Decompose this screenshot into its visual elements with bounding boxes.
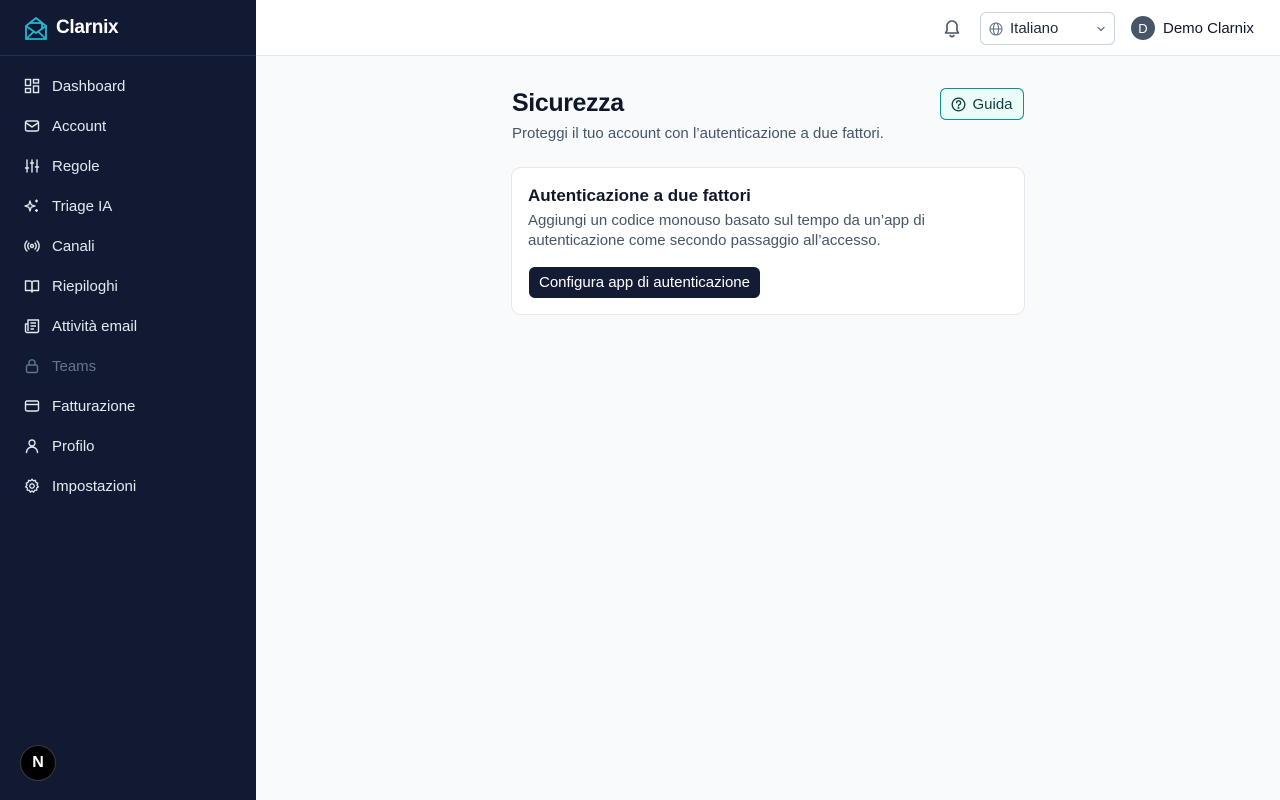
newspaper-icon (24, 318, 40, 334)
mail-icon (24, 118, 40, 134)
card-title: Autenticazione a due fattori (528, 186, 751, 205)
sidebar-item-triage-ia[interactable]: Triage IA (0, 186, 256, 226)
sidebar-item-label: Attività email (52, 317, 138, 335)
sidebar-item-label: Triage IA (52, 197, 113, 215)
globe-icon (989, 21, 1003, 36)
page-title: Sicurezza (512, 89, 624, 117)
help-circle-icon (951, 97, 966, 112)
sidebar-item-label: Dashboard (52, 77, 126, 95)
sidebar-item-account[interactable]: Account (0, 106, 256, 146)
card-description: Aggiungi un codice monouso basato sul te… (528, 212, 925, 249)
sidebar-item-impostazioni[interactable]: Impostazioni (0, 466, 256, 506)
brand-name: Clarnix (56, 16, 119, 38)
sidebar-item-label: Account (52, 117, 107, 135)
sidebar-item-label: Impostazioni (52, 477, 137, 495)
sidebar-item-teams: Teams (0, 346, 256, 386)
language-select[interactable]: Italiano (980, 12, 1115, 45)
guide-button[interactable]: Guida (940, 88, 1024, 120)
lock-icon (24, 358, 40, 374)
two-factor-card: Autenticazione a due fattori Aggiungi un… (511, 167, 1025, 315)
sliders-icon (24, 158, 40, 174)
sidebar: Clarnix Dashboard Account Regole Triage … (0, 0, 256, 800)
sidebar-nav: Dashboard Account Regole Triage IA Canal… (0, 56, 256, 506)
user-icon (24, 438, 40, 454)
radio-icon (24, 238, 40, 254)
brand[interactable]: Clarnix (0, 0, 256, 56)
top-bar: Italiano D Demo Clarnix (256, 0, 1280, 56)
sidebar-item-label: Canali (52, 237, 95, 255)
bell-icon[interactable] (942, 17, 962, 39)
guide-button-label: Guida (972, 95, 1013, 113)
sidebar-item-label: Teams (52, 357, 97, 375)
mail-open-icon (24, 15, 48, 41)
avatar: D (1131, 16, 1155, 40)
book-open-icon (24, 278, 40, 294)
sidebar-item-regole[interactable]: Regole (0, 146, 256, 186)
sidebar-item-profilo[interactable]: Profilo (0, 426, 256, 466)
credit-card-icon (24, 398, 40, 414)
user-menu[interactable]: D Demo Clarnix (1131, 16, 1254, 40)
sidebar-item-riepiloghi[interactable]: Riepiloghi (0, 266, 256, 306)
footer-badge[interactable]: N (20, 745, 56, 781)
language-selected-value: Italiano (1010, 20, 1059, 37)
chevron-down-icon (1095, 23, 1107, 35)
sidebar-item-label: Profilo (52, 437, 95, 455)
layout-dashboard-icon (24, 78, 40, 94)
sidebar-item-dashboard[interactable]: Dashboard (0, 66, 256, 106)
page-subtitle: Proteggi il tuo account con l’autenticaz… (512, 125, 884, 142)
sidebar-item-canali[interactable]: Canali (0, 226, 256, 266)
sidebar-item-label: Fatturazione (52, 397, 136, 415)
sidebar-item-fatturazione[interactable]: Fatturazione (0, 386, 256, 426)
sidebar-item-label: Regole (52, 157, 100, 175)
sidebar-item-attivita-email[interactable]: Attività email (0, 306, 256, 346)
user-name: Demo Clarnix (1163, 19, 1254, 37)
gear-icon (24, 478, 40, 494)
sparkles-icon (24, 198, 40, 214)
configure-authenticator-button[interactable]: Configura app di autenticazione (529, 267, 760, 298)
sidebar-item-label: Riepiloghi (52, 277, 118, 295)
